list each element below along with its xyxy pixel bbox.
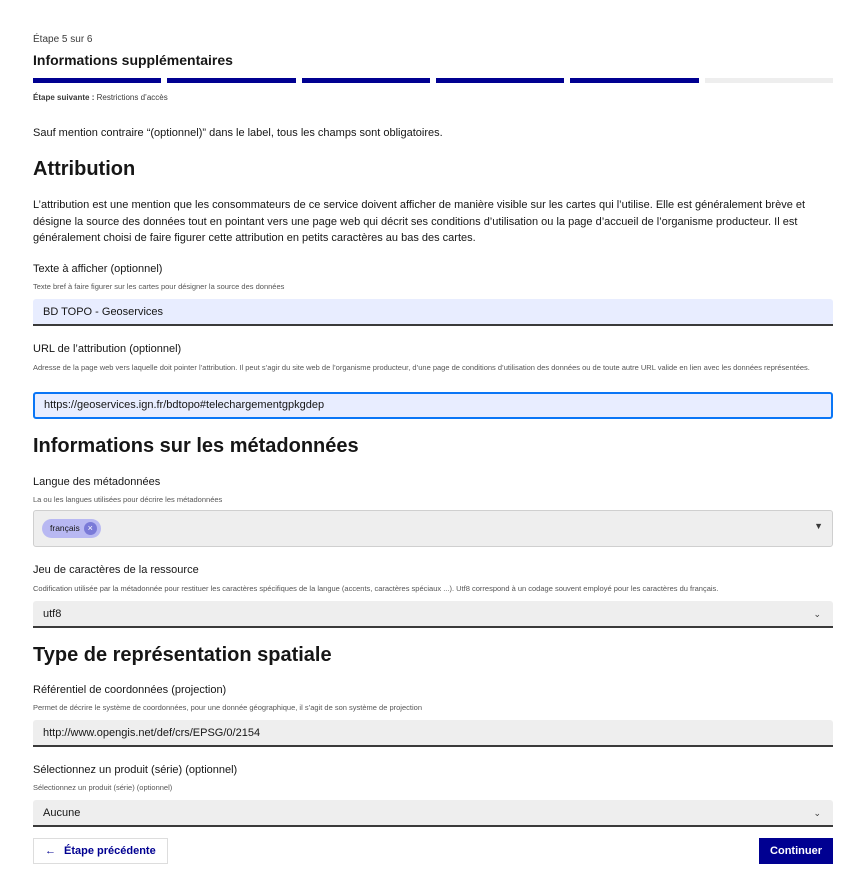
previous-step-label: Étape précédente — [64, 845, 156, 857]
step-count: Étape 5 sur 6 — [33, 34, 93, 45]
stepper-segment — [33, 78, 162, 83]
continue-button[interactable]: Continuer — [759, 838, 833, 864]
stepper-segment — [570, 78, 699, 83]
chevron-down-icon: ⌄ — [813, 808, 821, 818]
attribution-description: L’attribution est une mention que les co… — [33, 199, 806, 244]
language-chip[interactable]: français × — [42, 519, 101, 538]
close-circle-icon[interactable]: × — [83, 522, 97, 535]
stepper-segment — [301, 78, 430, 83]
attribution-url-label: URL de l’attribution (optionnel) — [33, 343, 182, 355]
charset-value: utf8 — [43, 608, 62, 620]
stepper-progress — [33, 78, 833, 83]
next-step-title: Restrictions d’accès — [96, 93, 168, 102]
stepper-segment — [704, 78, 833, 83]
crs-input[interactable]: http://www.opengis.net/def/crs/EPSG/0/21… — [33, 720, 833, 747]
mandatory-notice: Sauf mention contraire “(optionnel)” dan… — [33, 127, 443, 139]
metadata-heading: Informations sur les métadonnées — [33, 435, 359, 457]
crs-hint: Permet de décrire le système de coordonn… — [33, 703, 422, 712]
stepper-segment — [435, 78, 565, 83]
stepper-segment — [167, 78, 296, 83]
attribution-text-label: Texte à afficher (optionnel) — [33, 263, 163, 275]
step-title: Informations supplémentaires — [33, 52, 233, 68]
attribution-url-hint: Adresse de la page web vers laquelle doi… — [33, 363, 810, 372]
attribution-heading: Attribution — [33, 158, 136, 180]
previous-step-button[interactable]: ← Étape précédente — [33, 838, 168, 864]
crs-label: Référentiel de coordonnées (projection) — [33, 684, 227, 696]
language-multiselect[interactable]: français × ▼ — [33, 510, 833, 547]
attribution-url-input[interactable]: https://geoservices.ign.fr/bdtopo#telech… — [33, 392, 833, 419]
charset-select[interactable]: utf8 ⌄ — [33, 601, 833, 628]
product-hint: Sélectionnez un produit (série) (optionn… — [33, 783, 173, 792]
language-label: Langue des métadonnées — [33, 476, 161, 488]
next-step-info: Étape suivante : Restrictions d’accès — [33, 93, 168, 102]
attribution-text-hint: Texte bref à faire figurer sur les carte… — [33, 282, 285, 291]
language-chip-label: français — [50, 523, 80, 533]
charset-hint: Codification utilisée par la métadonnée … — [33, 584, 719, 593]
attribution-text-input[interactable]: BD TOPO - Geoservices — [33, 299, 833, 326]
product-value: Aucune — [43, 807, 81, 819]
spatial-heading: Type de représentation spatiale — [33, 644, 332, 666]
caret-down-icon[interactable]: ▼ — [814, 521, 823, 531]
language-hint: La ou les langues utilisées pour décrire… — [33, 495, 223, 504]
arrow-left-icon: ← — [45, 845, 56, 857]
product-select[interactable]: Aucune ⌄ — [33, 800, 833, 827]
charset-label: Jeu de caractères de la ressource — [33, 564, 199, 576]
chevron-down-icon: ⌄ — [813, 609, 821, 619]
next-step-label: Étape suivante : — [33, 93, 95, 102]
product-label: Sélectionnez un produit (série) (optionn… — [33, 764, 238, 776]
